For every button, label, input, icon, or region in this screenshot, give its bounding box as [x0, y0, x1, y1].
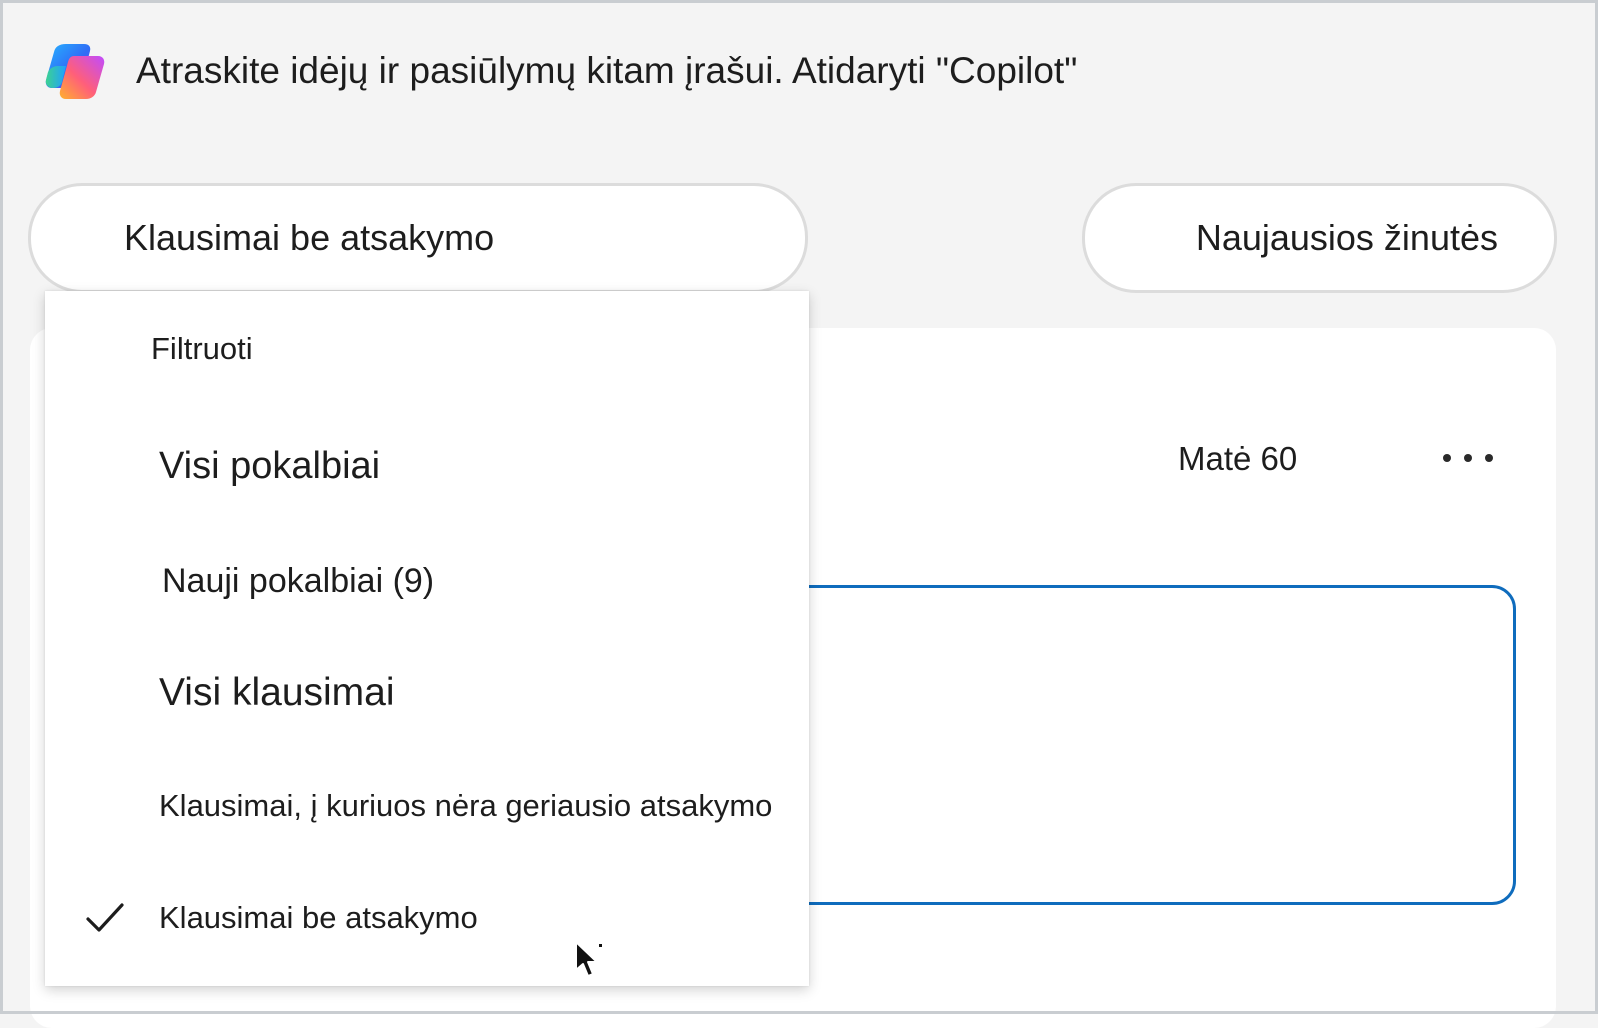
filter-dropdown-label: Klausimai be atsakymo	[124, 217, 495, 258]
copilot-icon	[45, 44, 105, 99]
menu-item-label: Klausimai be atsakymo	[159, 900, 478, 935]
menu-item-questions-without-best-answer[interactable]: Klausimai, į kuriuos nėra geriausio atsa…	[45, 761, 809, 851]
menu-item-label: Visi klausimai	[159, 671, 395, 714]
reply-composer[interactable]	[700, 585, 1516, 905]
menu-item-label: Nauji pokalbiai (9)	[162, 561, 435, 600]
menu-item-all-questions[interactable]: Visi klausimai	[45, 648, 809, 738]
sort-dropdown-label: Naujausios žinutės	[1195, 217, 1498, 258]
menu-item-new-conversations[interactable]: Nauji pokalbiai (9)	[45, 536, 809, 626]
mouse-pointer-icon	[575, 941, 602, 977]
copilot-banner-text[interactable]: Atraskite idėjų ir pasiūlymų kitam įrašu…	[136, 50, 1077, 92]
checkmark-icon	[86, 903, 124, 932]
filter-dropdown-button[interactable]: Klausimai be atsakymo	[28, 183, 808, 293]
seen-count: Matė 60	[1178, 440, 1298, 477]
filter-menu: Filtruoti Visi pokalbiai Nauji pokalbiai…	[45, 291, 809, 986]
menu-item-label: Klausimai, į kuriuos nėra geriausio atsa…	[159, 788, 773, 823]
menu-item-unanswered-questions[interactable]: Klausimai be atsakymo	[45, 873, 809, 963]
menu-item-all-conversations[interactable]: Visi pokalbiai	[45, 421, 809, 511]
filter-menu-header: Filtruoti	[151, 331, 253, 366]
more-horizontal-icon[interactable]	[1443, 443, 1493, 473]
menu-item-label: Visi pokalbiai	[159, 444, 381, 487]
sort-dropdown-button[interactable]: Naujausios žinutės	[1082, 183, 1557, 293]
copilot-banner[interactable]: Atraskite idėjų ir pasiūlymų kitam įrašu…	[44, 36, 1077, 106]
